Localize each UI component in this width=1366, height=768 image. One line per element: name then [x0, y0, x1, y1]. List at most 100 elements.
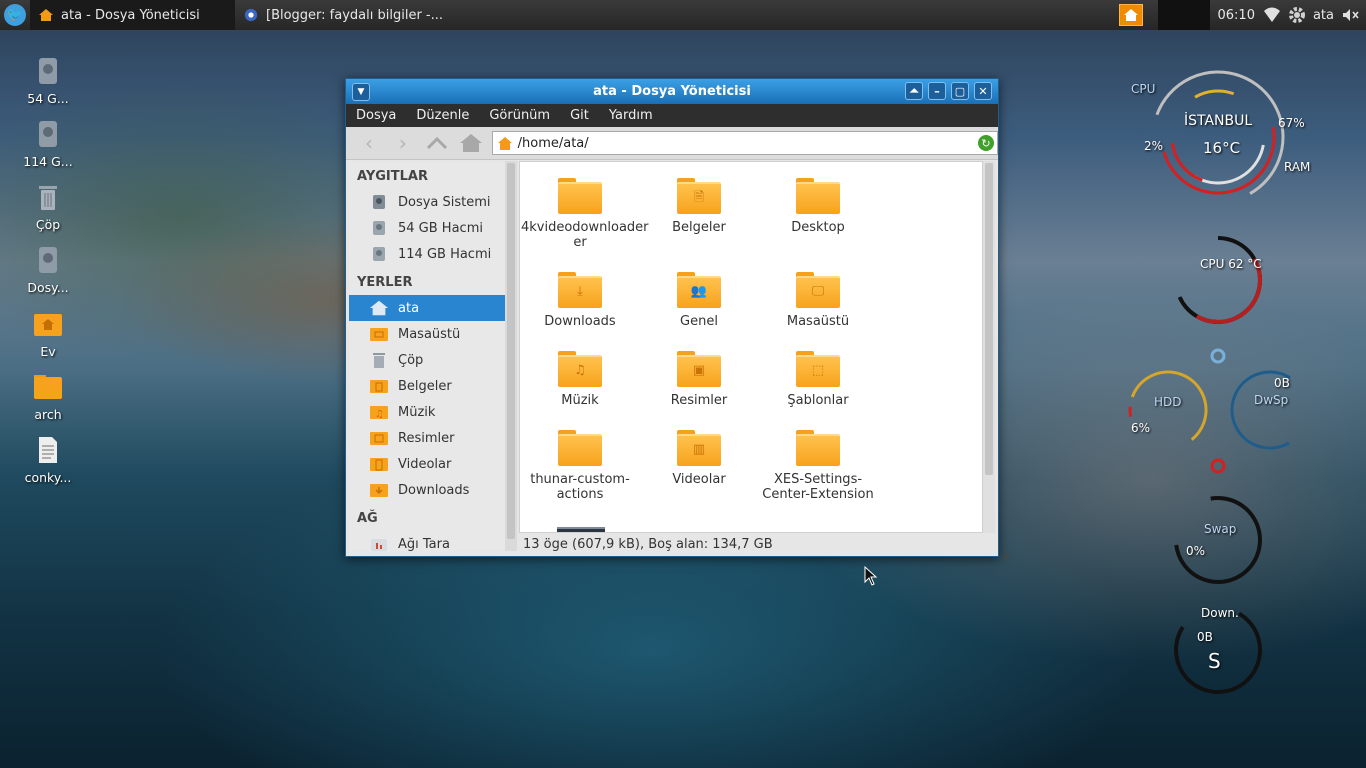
- file-item[interactable]: ⬚ Şablonlar: [759, 351, 877, 408]
- settings-gear-icon[interactable]: [1287, 5, 1307, 25]
- sidebar-item-label: Dosya Sistemi: [398, 194, 491, 210]
- file-item-label: Resimler: [670, 393, 728, 408]
- picture-folder-icon: [369, 429, 389, 447]
- home-button[interactable]: [456, 130, 486, 156]
- taskbar-item-browser[interactable]: [Blogger: faydalı bilgiler -...: [235, 0, 450, 30]
- close-button[interactable]: ✕: [974, 82, 992, 100]
- file-item[interactable]: 👥 Genel: [640, 272, 758, 329]
- conky-down-unit: S: [1208, 649, 1221, 673]
- desktop-folder-icon: [369, 325, 389, 343]
- file-item[interactable]: 4kvideodownloader er: [521, 178, 649, 250]
- file-item-label: Desktop: [791, 220, 845, 235]
- file-item-label: 4kvideodownloader: [521, 220, 649, 235]
- temp-ring-red: [1170, 89, 1266, 185]
- desktop-icon-filesystem[interactable]: Dosy...: [8, 243, 88, 295]
- reload-icon[interactable]: ↻: [978, 135, 995, 151]
- people-folder-icon: 👥: [677, 272, 721, 308]
- desktop-icon-conky[interactable]: conky...: [8, 433, 88, 485]
- file-item-label: Downloads: [544, 314, 616, 329]
- file-item[interactable]: ▣ Resimler: [640, 351, 758, 408]
- conky-dwsp-label: DwSp: [1254, 393, 1289, 407]
- sidebar-item-home[interactable]: ata: [349, 295, 505, 321]
- location-bar[interactable]: /home/ata/ ↻: [491, 131, 999, 155]
- sidebar-item-54gb[interactable]: 54 GB Hacmi: [349, 215, 505, 241]
- shade-button[interactable]: ⏶: [905, 82, 923, 100]
- sidebar-item-pictures[interactable]: Resimler: [349, 425, 505, 451]
- menu-view[interactable]: Görünüm: [479, 108, 560, 123]
- desktop-icon-home[interactable]: Ev: [8, 307, 88, 359]
- sidebar-item-browse-network[interactable]: Ağı Tara: [349, 531, 505, 551]
- window-titlebar[interactable]: ▼ ata - Dosya Yöneticisi ⏶ – ▢ ✕: [346, 79, 998, 104]
- trash-icon: [369, 351, 389, 369]
- conky-down-value: 0B: [1197, 630, 1213, 644]
- desktop-icon-54gb[interactable]: 54 G...: [8, 54, 88, 106]
- file-item-label: Müzik: [561, 393, 599, 408]
- menu-help[interactable]: Yardım: [599, 108, 663, 123]
- file-item[interactable]: XES-Settings- Center-Extension: [759, 430, 877, 502]
- folder-icon: [558, 178, 602, 214]
- conky-down-label: Down.: [1201, 606, 1239, 620]
- conky-swap-label: Swap: [1204, 522, 1237, 536]
- minimize-button[interactable]: –: [928, 82, 946, 100]
- sidebar-item-downloads[interactable]: Downloads: [349, 477, 505, 503]
- conky-city: İSTANBUL: [1184, 113, 1253, 129]
- file-view[interactable]: 4kvideodownloader er 🗎 Belgeler Desktop ⤓ Down…: [519, 161, 983, 533]
- desktop-icon-trash[interactable]: Çöp: [8, 180, 88, 232]
- file-item[interactable]: thunar-custom-actions: [521, 430, 639, 502]
- file-item-label: Videolar: [672, 472, 726, 487]
- scrollbar-thumb[interactable]: [985, 163, 993, 475]
- file-item[interactable]: ▥ Videolar: [640, 430, 758, 487]
- menu-edit[interactable]: Düzenle: [406, 108, 479, 123]
- temp-ring-accent: [1170, 89, 1266, 185]
- taskbar-item-file-manager[interactable]: ata - Dosya Yöneticisi: [30, 0, 235, 30]
- hdd-ring: [1128, 370, 1208, 450]
- clock[interactable]: 06:10: [1218, 8, 1255, 23]
- file-item[interactable]: 🖵 Masaüstü: [759, 272, 877, 329]
- file-item[interactable]: 🗎 Belgeler: [640, 178, 758, 235]
- forward-button[interactable]: ›: [388, 130, 418, 156]
- download-folder-icon: [369, 481, 389, 499]
- taskbar-item-label: [Blogger: faydalı bilgiler -...: [266, 7, 444, 23]
- sidebar-item-trash[interactable]: Çöp: [349, 347, 505, 373]
- sidebar-item-desktop[interactable]: Masaüstü: [349, 321, 505, 347]
- desktop-icon-label: arch: [34, 407, 62, 422]
- picture-folder-icon: ▣: [677, 351, 721, 387]
- file-manager-window: ▼ ata - Dosya Yöneticisi ⏶ – ▢ ✕ Dosya D…: [345, 78, 999, 557]
- workspace-switcher[interactable]: [1157, 0, 1210, 30]
- partial-file-item[interactable]: [557, 527, 605, 532]
- back-button[interactable]: ‹: [354, 130, 384, 156]
- video-folder-icon: [369, 455, 389, 473]
- sidebar-item-filesystem[interactable]: Dosya Sistemi: [349, 189, 505, 215]
- folder-icon: [796, 178, 840, 214]
- user-name[interactable]: ata: [1313, 8, 1334, 23]
- sidebar-item-music[interactable]: ♫ Müzik: [349, 399, 505, 425]
- sidebar-item-videos[interactable]: Videolar: [349, 451, 505, 477]
- scrollbar-thumb[interactable]: [507, 163, 515, 539]
- file-item[interactable]: Desktop: [759, 178, 877, 235]
- hdd-ring-red: [1128, 370, 1208, 450]
- menu-go[interactable]: Git: [560, 108, 599, 123]
- maximize-button[interactable]: ▢: [951, 82, 969, 100]
- window-menu-button[interactable]: ▼: [352, 82, 370, 101]
- sidebar-item-label: 114 GB Hacmi: [398, 246, 492, 262]
- sidebar-item-114gb[interactable]: 114 GB Hacmi: [349, 241, 505, 267]
- menu-file[interactable]: Dosya: [346, 108, 406, 123]
- wifi-icon[interactable]: [1263, 7, 1281, 23]
- file-item[interactable]: ⤓ Downloads: [521, 272, 639, 329]
- file-view-scrollbar[interactable]: [983, 161, 995, 533]
- dwsp-ring: [1230, 370, 1310, 450]
- sidebar-item-label: Resimler: [398, 430, 455, 446]
- desktop-icon-arch[interactable]: arch: [8, 370, 88, 422]
- bird-logo-icon: 🐦: [4, 4, 26, 26]
- home-launcher-icon[interactable]: [1118, 4, 1143, 26]
- file-item[interactable]: ♫ Müzik: [521, 351, 639, 408]
- sidebar-scrollbar[interactable]: [505, 161, 517, 551]
- desktop-icon-114gb[interactable]: 114 G...: [8, 117, 88, 169]
- sidebar-item-documents[interactable]: Belgeler: [349, 373, 505, 399]
- parent-folder-button[interactable]: [422, 130, 452, 156]
- desktop-icon-label: Dosy...: [27, 280, 69, 295]
- mouse-cursor-icon: [864, 566, 878, 586]
- volume-muted-icon[interactable]: [1342, 8, 1360, 22]
- app-menu-button[interactable]: 🐦: [0, 0, 30, 30]
- file-item-label: Belgeler: [672, 220, 726, 235]
